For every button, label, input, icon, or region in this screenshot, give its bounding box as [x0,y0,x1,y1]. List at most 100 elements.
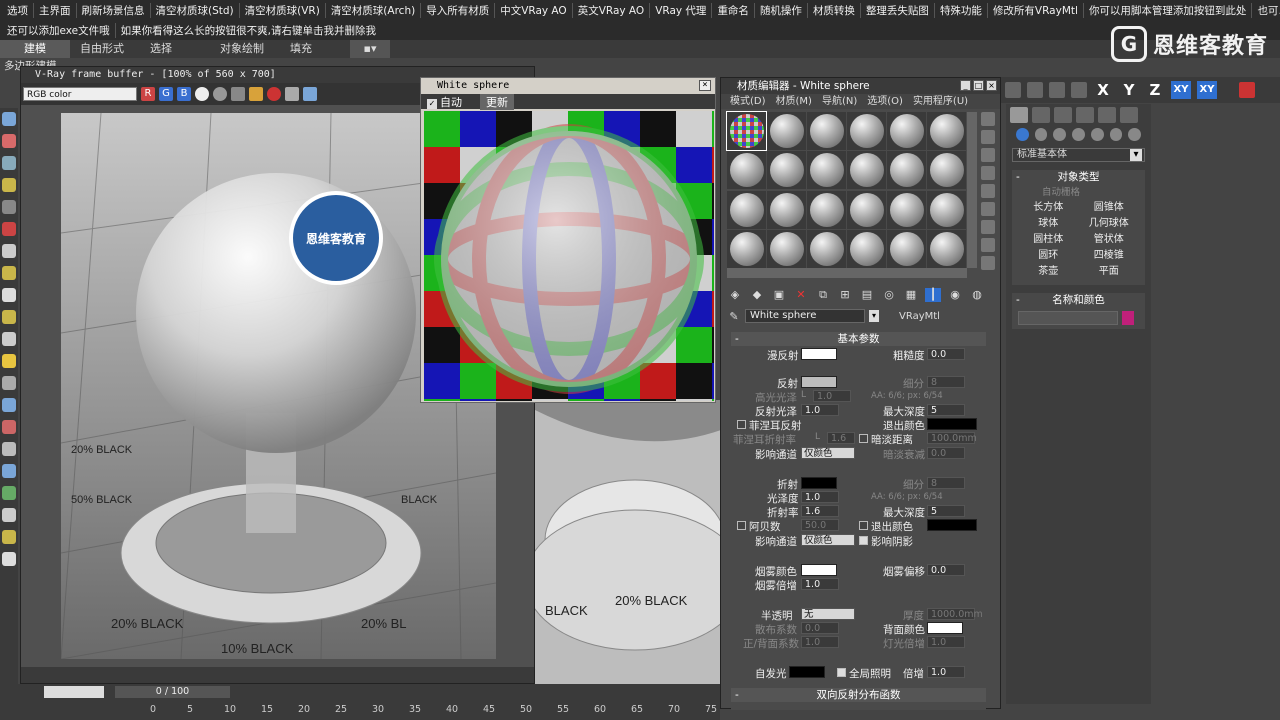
scatter-coeff-spinner[interactable]: 0.0 [801,622,839,634]
refract-gloss-spinner[interactable]: 1.0 [801,491,839,503]
time-ruler[interactable]: 0 5 10 15 20 25 30 35 40 45 50 55 60 65 70 75 [150,702,720,718]
sample-slot[interactable] [727,151,766,190]
fresnel-lock-button[interactable]: L [815,432,820,442]
dim-falloff-spinner[interactable]: 0.0 [927,447,965,459]
tab-more-button[interactable]: ▪▾ [350,40,390,58]
script-button-3[interactable]: 清空材质球(Std) [149,2,239,18]
brdf-rollout-header[interactable]: - 双向反射分布函数 [731,688,986,702]
bend-icon[interactable] [1239,82,1255,98]
sample-slot[interactable] [927,190,966,229]
foliage-icon[interactable] [2,486,16,500]
shapes-icon[interactable] [1034,128,1048,141]
script-button-7[interactable]: 中文VRay AO [494,2,572,18]
layer-icon[interactable] [2,156,16,170]
video-color-icon[interactable] [981,184,995,198]
motion-tab-icon[interactable] [1076,107,1094,123]
options-icon[interactable] [981,220,995,234]
sample-slot[interactable] [767,112,806,150]
roughness-spinner[interactable]: 0.0 [927,348,965,360]
effect-channel-icon[interactable]: ◎ [881,288,897,302]
sample-slot[interactable] [847,151,886,190]
script-button-5[interactable]: 清空材质球(Arch) [324,2,420,18]
object-type-button-5[interactable]: 管状体 [1079,233,1140,247]
slots-scrollbar[interactable] [967,112,977,268]
refract-affect-channels-dropdown[interactable]: 仅颜色 [801,534,855,546]
material-map-navigator-icon[interactable] [981,256,995,270]
light-multiplier-spinner[interactable]: 1.0 [927,636,965,648]
close-icon[interactable]: × [986,80,997,91]
sample-slot[interactable] [807,151,846,190]
reflect-affect-channels-dropdown[interactable]: 仅颜色 [801,447,855,459]
sample-slot[interactable] [847,112,886,150]
script-button-6[interactable]: 导入所有材质 [420,2,494,18]
camera-icon[interactable] [2,200,16,214]
channel-r-button[interactable]: R [141,87,155,101]
rotate-icon[interactable] [1049,82,1065,98]
material-type-button[interactable]: VRayMtl [899,311,940,322]
viewport-render[interactable]: BLACK 20% BLACK [535,400,721,692]
track-icon[interactable] [285,87,299,101]
object-type-button-2[interactable]: 球体 [1018,217,1079,231]
fresnel-checkbox[interactable] [737,420,746,429]
space-warp-icon[interactable] [2,398,16,412]
sample-slot[interactable] [767,229,806,268]
lights-icon[interactable] [1053,128,1067,141]
assign-material-icon[interactable]: ▣ [771,288,787,302]
basic-parameters-header[interactable]: - 基本参数 [731,332,986,346]
scale-icon[interactable] [1071,82,1087,98]
reflect-max-depth-spinner[interactable]: 5 [927,404,965,416]
script-button-2[interactable]: 刷新场景信息 [75,2,150,18]
fresnel-ior-spinner[interactable]: 1.6 [827,432,855,444]
alpha-icon[interactable] [213,87,227,101]
reset-map-icon[interactable]: ✕ [793,288,809,302]
script-button-17[interactable]: 也可以在选项里面直接添加脚本 [1251,2,1280,18]
abbe-spinner[interactable]: 50.0 [801,519,839,531]
axis-x-button[interactable]: X [1093,81,1113,99]
reflect-gloss-spinner[interactable]: 1.0 [801,404,839,416]
dim-distance-spinner[interactable]: 100.0mm [927,432,977,444]
system-icon[interactable] [2,420,16,434]
object-type-button-6[interactable]: 圆环 [1018,249,1079,263]
axis-xy-plane-button[interactable]: XY [1197,81,1217,99]
script-button-14[interactable]: 特殊功能 [933,2,987,18]
dim-distance-checkbox[interactable] [859,434,868,443]
script-button-9[interactable]: VRay 代理 [649,2,711,18]
go-to-parent-icon[interactable]: ◉ [947,288,963,302]
abbe-checkbox[interactable] [737,521,746,530]
object-name-input[interactable] [1018,311,1118,325]
mono-icon[interactable] [195,87,209,101]
script-button-12[interactable]: 材质转换 [806,2,860,18]
sample-slot[interactable] [847,190,886,229]
self-illumination-multiplier-spinner[interactable]: 1.0 [927,666,965,678]
object-type-button-7[interactable]: 四棱锥 [1079,249,1140,263]
slots-hscrollbar[interactable] [727,268,967,278]
copy-material-icon[interactable]: ⧉ [815,288,831,302]
time-slider[interactable]: 0 / 100 [115,686,230,698]
modify-tab-icon[interactable] [1032,107,1050,123]
minimize-icon[interactable]: _ [960,80,971,91]
fwd-back-coeff-spinner[interactable]: 1.0 [801,636,839,648]
axis-xy-button[interactable]: XY [1171,81,1191,99]
door-icon[interactable] [2,508,16,522]
object-type-button-0[interactable]: 长方体 [1018,201,1079,215]
sample-slot[interactable] [887,229,926,268]
object-type-button-1[interactable]: 圆锥体 [1079,201,1140,215]
translucency-dropdown[interactable]: 无 [801,608,855,620]
material-name-field[interactable]: White sphere [745,309,865,323]
select-by-material-icon[interactable] [981,238,995,252]
tab-4[interactable]: 填充 [280,40,350,58]
refract-exit-color-swatch[interactable] [927,519,977,531]
fog-bias-spinner[interactable]: 0.0 [927,564,965,576]
box-icon[interactable] [2,244,16,258]
create-tab-icon[interactable] [1010,107,1028,123]
render-region-icon[interactable] [303,87,317,101]
script-button-16[interactable]: 你可以用脚本管理添加按钮到此处 [1082,2,1252,18]
script-button-8[interactable]: 英文VRay AO [571,2,650,18]
channel-select[interactable]: RGB color [23,87,137,101]
put-material-icon[interactable]: ◆ [749,288,765,302]
sample-slot[interactable] [767,151,806,190]
tab-3[interactable]: 对象绘制 [210,40,280,58]
update-button[interactable]: 更新 [480,93,514,110]
show-map-icon[interactable]: ▦ [903,288,919,302]
stair-icon[interactable] [2,530,16,544]
